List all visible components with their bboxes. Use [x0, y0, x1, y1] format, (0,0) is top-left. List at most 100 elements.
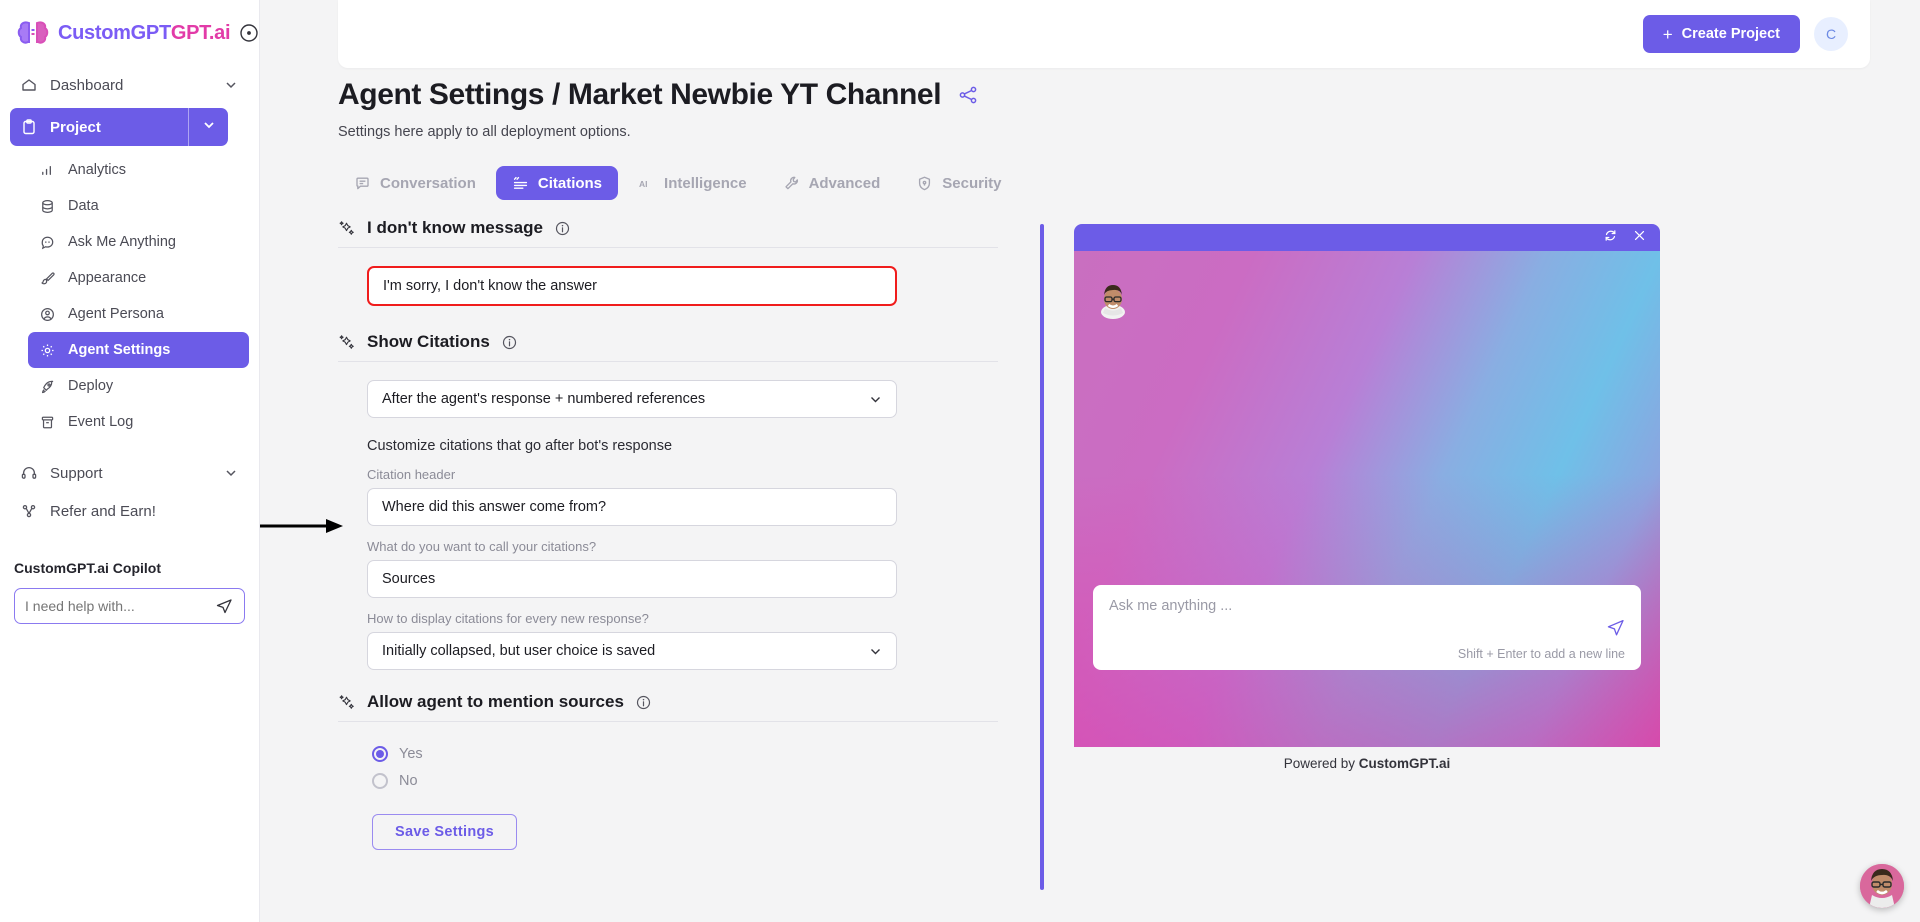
- tab-security[interactable]: Security: [900, 166, 1017, 200]
- citation-display-label: How to display citations for every new r…: [367, 611, 649, 626]
- radio-button[interactable]: [372, 745, 388, 762]
- content-row: I don't know message Show Citations: [260, 218, 1920, 890]
- tab-intelligence[interactable]: AI Intelligence: [622, 166, 763, 200]
- copilot-section: CustomGPT.ai Copilot: [0, 560, 259, 624]
- message-square-icon: [354, 175, 371, 192]
- customize-citations-note: Customize citations that go after bot's …: [367, 438, 673, 454]
- citation-header-input[interactable]: [382, 499, 882, 515]
- tab-advanced[interactable]: Advanced: [767, 166, 897, 200]
- svg-text:AI: AI: [639, 178, 648, 188]
- chat-input-container[interactable]: Ask me anything ... Shift + Enter to add…: [1093, 585, 1641, 670]
- chevron-down-icon: [201, 117, 217, 138]
- main-content: + Create Project C Agent Settings / Mark…: [260, 0, 1920, 922]
- brand-name-custom: CustomGPT: [58, 21, 171, 44]
- collapse-circle-icon[interactable]: [238, 22, 260, 44]
- chat-bubble-icon: [38, 233, 56, 251]
- refresh-icon[interactable]: [1603, 228, 1618, 248]
- chevron-down-icon: [867, 643, 884, 660]
- idk-message-field[interactable]: [367, 266, 897, 306]
- bar-chart-icon: [38, 161, 56, 179]
- vertical-divider: [1040, 224, 1044, 890]
- page-title-row: Agent Settings / Market Newbie YT Channe…: [338, 78, 1920, 112]
- chevron-down-icon: [223, 77, 239, 93]
- chat-input-hint: Shift + Enter to add a new line: [1457, 647, 1625, 661]
- tab-citations[interactable]: Citations: [495, 166, 619, 200]
- tab-label: Intelligence: [664, 174, 747, 192]
- share-icon[interactable]: [957, 84, 979, 106]
- paintbrush-icon: [38, 269, 56, 287]
- radio-label: No: [399, 772, 418, 789]
- chat-input-placeholder: Ask me anything ...: [1109, 598, 1233, 614]
- sidebar-item-appearance[interactable]: Appearance: [28, 260, 249, 296]
- brand-name: CustomGPTGPT.ai: [58, 21, 231, 45]
- chat-widget-body: Ask me anything ... Shift + Enter to add…: [1074, 251, 1660, 747]
- sidebar-item-analytics[interactable]: Analytics: [28, 152, 249, 188]
- section-title: Allow agent to mention sources: [367, 692, 624, 711]
- topbar: + Create Project C: [338, 0, 1870, 68]
- create-project-button[interactable]: + Create Project: [1642, 15, 1800, 53]
- sidebar-item-label: Ask Me Anything: [68, 234, 176, 250]
- settings-tabs: Conversation Citations AI Intelligence A…: [338, 166, 1920, 200]
- copilot-input-box[interactable]: [14, 588, 245, 624]
- quote-list-icon: [512, 175, 529, 192]
- tab-label: Security: [942, 174, 1002, 192]
- copilot-input[interactable]: [25, 598, 214, 614]
- tab-conversation[interactable]: Conversation: [338, 166, 492, 200]
- sidebar-item-dashboard[interactable]: Dashboard: [10, 66, 249, 104]
- sidebar-item-label: Dashboard: [50, 76, 124, 94]
- info-icon[interactable]: [636, 695, 651, 710]
- send-paper-plane-icon[interactable]: [214, 596, 234, 616]
- sidebar-project-expand-button[interactable]: [188, 108, 228, 146]
- save-settings-button[interactable]: Save Settings: [372, 814, 517, 850]
- citation-name-input[interactable]: [382, 571, 882, 587]
- sparkle-icon: [338, 220, 355, 237]
- floating-chat-avatar-icon[interactable]: [1860, 864, 1904, 908]
- sidebar-item-label: Support: [50, 464, 103, 482]
- idk-message-input[interactable]: [383, 278, 881, 294]
- sidebar-item-support[interactable]: Support: [10, 454, 249, 492]
- sidebar-item-event-log[interactable]: Event Log: [28, 404, 249, 440]
- gear-icon: [38, 341, 56, 359]
- chat-widget: Ask me anything ... Shift + Enter to add…: [1074, 224, 1660, 747]
- user-circle-icon: [38, 305, 56, 323]
- sidebar-item-data[interactable]: Data: [28, 188, 249, 224]
- sidebar-item-agent-settings[interactable]: Agent Settings: [28, 332, 249, 368]
- page-title: Agent Settings / Market Newbie YT Channe…: [338, 78, 942, 111]
- bot-avatar-icon: [1096, 279, 1130, 319]
- user-avatar[interactable]: C: [1814, 17, 1848, 51]
- copilot-title: CustomGPT.ai Copilot: [14, 560, 161, 576]
- sidebar-item-project-wrap: Project: [10, 108, 249, 146]
- citation-header-field[interactable]: [367, 488, 897, 526]
- radio-button[interactable]: [372, 772, 388, 789]
- citations-settings-form: I don't know message Show Citations: [260, 218, 998, 890]
- database-icon: [38, 197, 56, 215]
- citation-display-select-value: Initially collapsed, but user choice is …: [382, 643, 656, 659]
- radio-option-yes[interactable]: Yes: [372, 740, 998, 767]
- radio-option-no[interactable]: No: [372, 767, 998, 794]
- sidebar-item-label: Agent Settings: [68, 342, 171, 358]
- powered-by-brand: CustomGPT.ai: [1358, 756, 1451, 771]
- tab-label: Advanced: [808, 174, 881, 192]
- info-icon[interactable]: [555, 221, 570, 236]
- show-citations-select-value: After the agent's response + numbered re…: [382, 391, 706, 407]
- share-nodes-icon: [20, 502, 38, 520]
- send-paper-plane-icon[interactable]: [1605, 617, 1626, 638]
- sidebar-item-label: Appearance: [68, 270, 147, 286]
- brand-row: CustomGPTGPT.ai: [0, 0, 259, 62]
- create-project-label: Create Project: [1681, 26, 1780, 42]
- chat-widget-titlebar: [1074, 224, 1660, 251]
- powered-by-prefix: Powered by: [1283, 756, 1359, 771]
- sidebar-item-ask-me-anything[interactable]: Ask Me Anything: [28, 224, 249, 260]
- sidebar-item-agent-persona[interactable]: Agent Persona: [28, 296, 249, 332]
- sidebar-item-deploy[interactable]: Deploy: [28, 368, 249, 404]
- sidebar-item-refer-and-earn[interactable]: Refer and Earn!: [10, 492, 249, 530]
- citation-display-select[interactable]: Initially collapsed, but user choice is …: [367, 632, 897, 670]
- ai-icon: AI: [638, 175, 655, 192]
- close-icon[interactable]: [1632, 228, 1647, 248]
- sidebar-item-project[interactable]: Project: [10, 108, 188, 146]
- citation-name-field[interactable]: [367, 560, 897, 598]
- info-icon[interactable]: [502, 335, 517, 350]
- sidebar-subnav: Analytics Data Ask Me Anything Appearanc…: [10, 152, 249, 440]
- sidebar-item-label: Project: [50, 118, 101, 136]
- show-citations-select[interactable]: After the agent's response + numbered re…: [367, 380, 897, 418]
